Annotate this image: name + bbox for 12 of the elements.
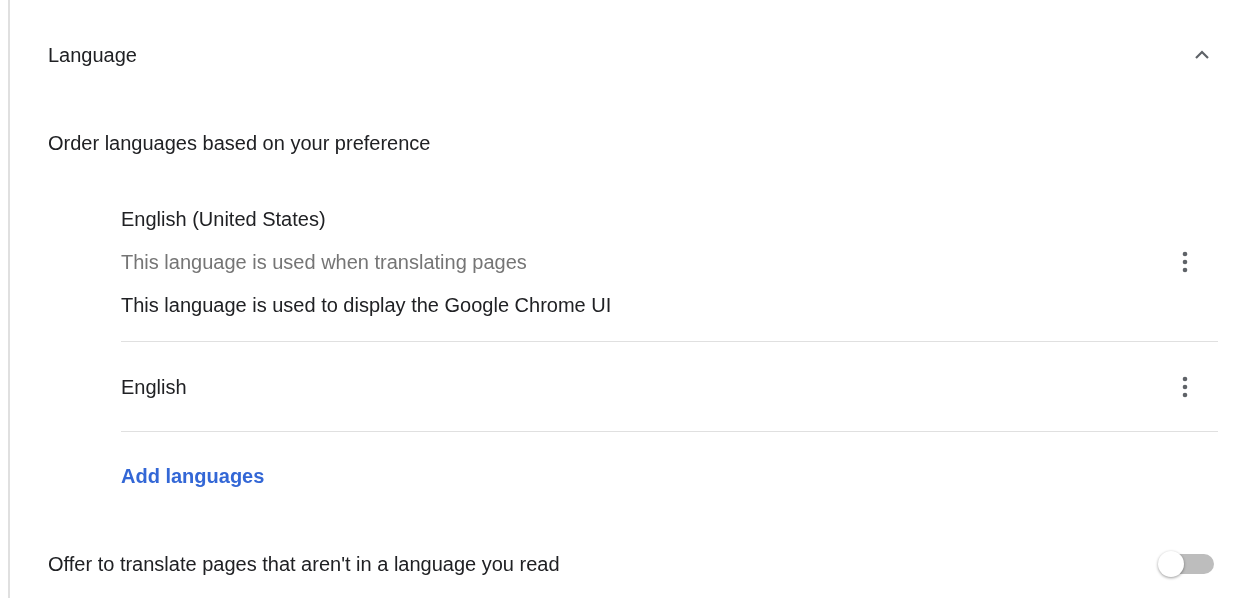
subtitle: Order languages based on your preference (48, 131, 431, 156)
language-note: This language is used to display the Google Chrome UI (121, 292, 612, 318)
chevron-up-icon[interactable] (1194, 50, 1210, 60)
section-title: Language (48, 43, 137, 68)
more-icon[interactable] (1182, 374, 1188, 399)
language-name: English (121, 374, 187, 400)
add-languages-link[interactable]: Add languages (121, 461, 265, 491)
toggle-switch[interactable] (1158, 551, 1214, 577)
language-name: English (United States) (121, 206, 327, 232)
language-note: This language is used when translating pages (121, 249, 528, 275)
translate-offer-label: Offer to translate pages that aren't in a language you read (48, 552, 560, 577)
more-icon[interactable] (1182, 249, 1188, 274)
